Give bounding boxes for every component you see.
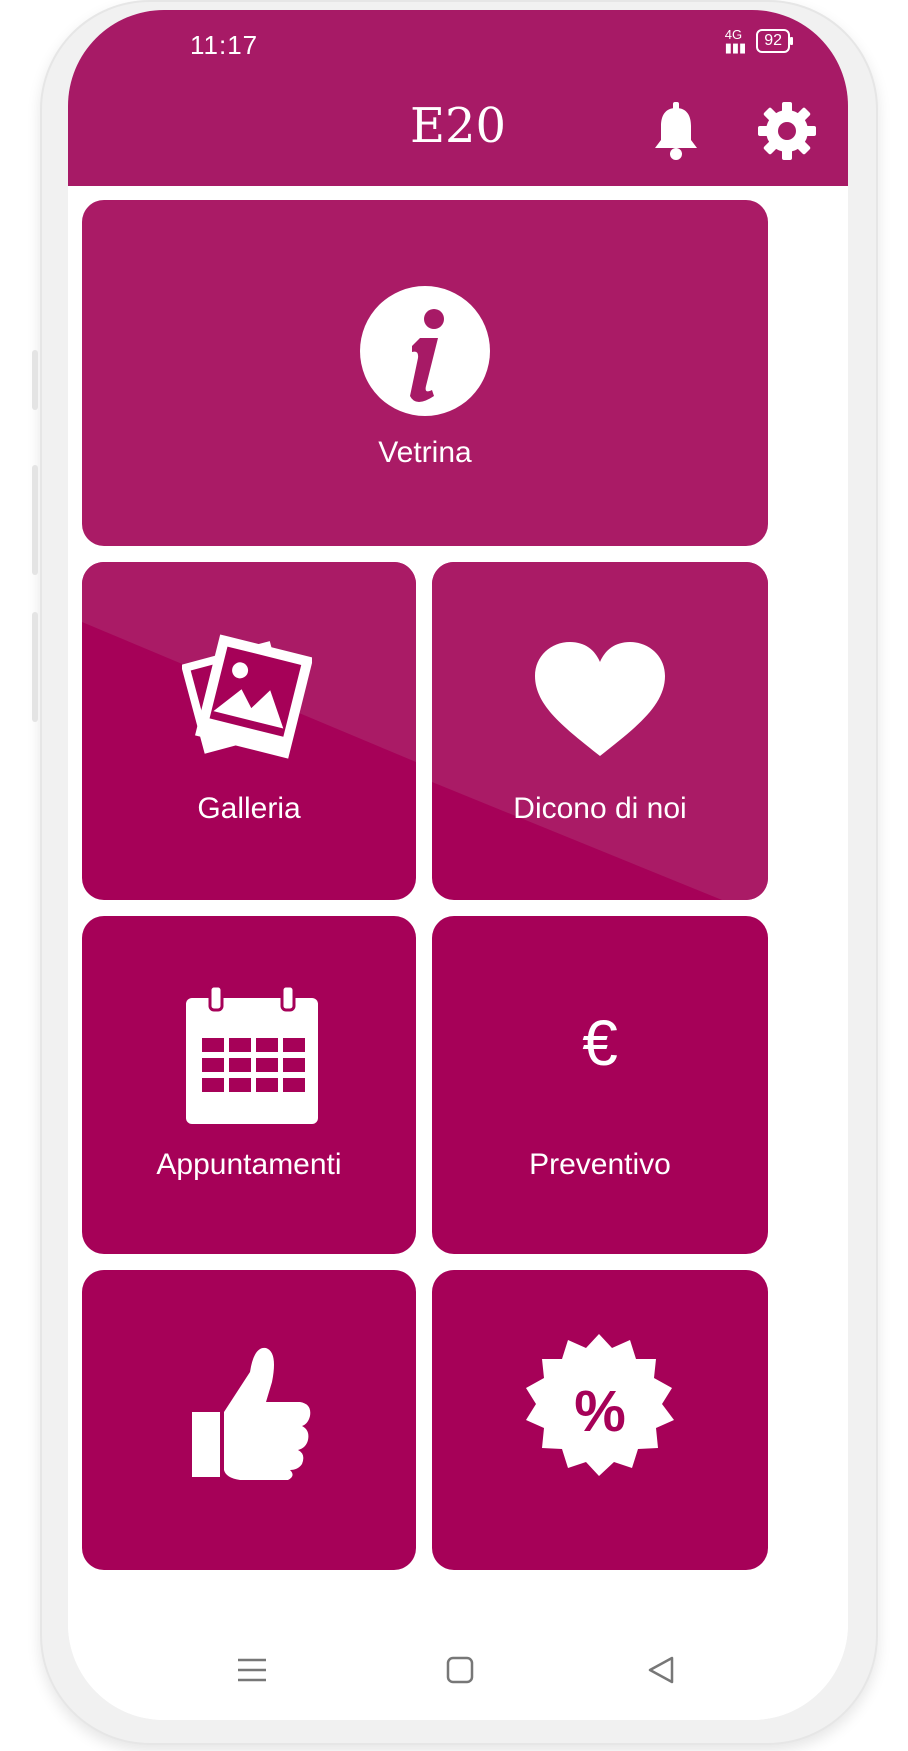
tile-label: Vetrina — [378, 436, 472, 469]
discount-percent-text: % — [574, 1379, 626, 1444]
phone-side-button — [32, 612, 38, 722]
heart-icon — [535, 642, 665, 756]
app-title: E20 — [409, 98, 507, 154]
battery-icon: 92 — [756, 29, 793, 53]
app-header: 11:17 4G ▮▮▮ 92 E20 — [68, 10, 848, 186]
back-triangle-icon[interactable] — [642, 1650, 682, 1690]
tile-label: Galleria — [197, 792, 301, 825]
thumbs-up-icon — [192, 1347, 311, 1480]
tile-vetrina[interactable]: Vetrina — [82, 200, 768, 546]
tile-dicono-di-noi[interactable]: Dicono di noi — [432, 562, 768, 900]
menu-lines-icon[interactable] — [232, 1650, 272, 1690]
tile-appuntamenti[interactable]: Appuntamenti — [82, 916, 416, 1254]
tile-label: Appuntamenti — [156, 1148, 342, 1181]
phone-side-button — [32, 465, 38, 575]
bell-icon[interactable] — [653, 102, 699, 160]
tile-label: Dicono di noi — [513, 792, 687, 825]
home-square-icon[interactable] — [440, 1650, 480, 1690]
euro-icon: € — [582, 1007, 618, 1079]
phone-side-button — [32, 350, 38, 410]
tile-preventivo[interactable]: € Preventivo — [432, 916, 768, 1254]
phone-screen: 11:17 4G ▮▮▮ 92 E20 Vetrina Galleria Dic… — [68, 10, 848, 1720]
status-icons: 4G ▮▮▮ 92 — [724, 27, 793, 55]
photos-icon — [182, 634, 312, 759]
status-time: 11:17 — [190, 30, 259, 60]
tile-discount[interactable]: % — [432, 1270, 768, 1570]
info-icon — [360, 286, 490, 416]
tile-label: Preventivo — [529, 1148, 671, 1181]
gear-icon[interactable] — [758, 102, 816, 160]
navigation-bar — [68, 1620, 848, 1720]
tile-thumbs-up[interactable] — [82, 1270, 416, 1570]
calendar-icon — [186, 984, 318, 1124]
tile-galleria[interactable]: Galleria — [82, 562, 416, 900]
signal-icon: 4G ▮▮▮ — [724, 27, 747, 55]
